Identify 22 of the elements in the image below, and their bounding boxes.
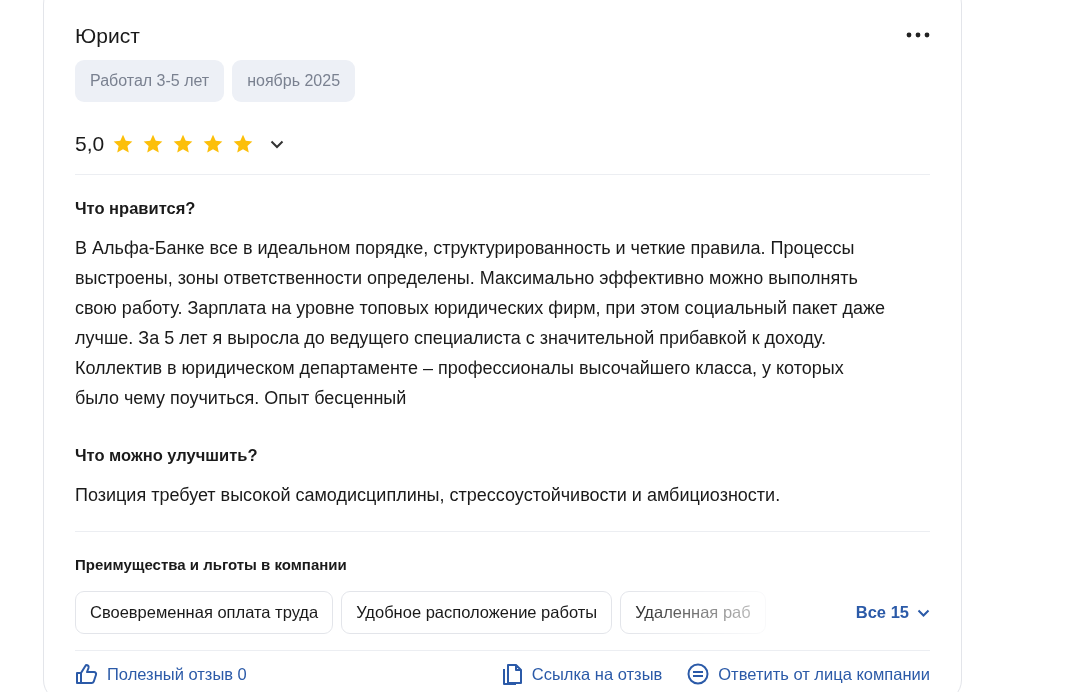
action-link[interactable]: Ссылка на отзыв bbox=[501, 661, 663, 687]
action-link[interactable]: Ответить от лица компании bbox=[686, 661, 930, 687]
tag-label: Работал 3-5 лет bbox=[75, 60, 225, 103]
benefit-tag: Удаленная раб bbox=[620, 591, 766, 634]
benefits-heading: Преимущества и льготы в компании bbox=[75, 554, 348, 575]
benefit-tag: Своевременная оплата труда bbox=[75, 591, 334, 634]
section-heading: Что можно улучшить? bbox=[75, 444, 259, 466]
thumbs-up-icon bbox=[75, 663, 99, 686]
review-text: Позиция требует высокой самодисциплины, стрессоустойчивости и амбициозности. bbox=[75, 483, 782, 507]
section-heading: Что нравится? bbox=[75, 198, 197, 220]
chevron-down-icon bbox=[917, 608, 930, 617]
chat-bubble-icon bbox=[686, 663, 711, 686]
review-text: В Альфа-Банке все в идеальном порядке, структурированность и четкие правила. Процессы выстроены, зоны ответственности определены. Максимально эффективно можно выполнять свою работу. Зарплата на уровне топовых юридических фирм, при этом социальный пакет даже лучше. За 5 лет я выросла до ведущего специалиста с значительной прибавкой к доходу. Коллектив в юридическом департаменте – профессионалы высочайшего класса, у которых было чему поучиться. Опыт бесценный bbox=[75, 236, 887, 410]
chevron-down-icon[interactable] bbox=[270, 139, 285, 149]
review-title: Юрист bbox=[75, 23, 140, 49]
more-options-icon[interactable] bbox=[906, 32, 930, 38]
tag-label: ноябрь 2025 bbox=[232, 60, 356, 103]
show-all-button[interactable]: Все 15 bbox=[855, 600, 930, 625]
document-icon bbox=[501, 663, 524, 686]
rating-value: 5,0 bbox=[75, 131, 105, 158]
benefit-tag: Удобное расположение работы bbox=[341, 591, 613, 634]
action-link[interactable]: Полезный отзыв 0 bbox=[75, 661, 247, 687]
